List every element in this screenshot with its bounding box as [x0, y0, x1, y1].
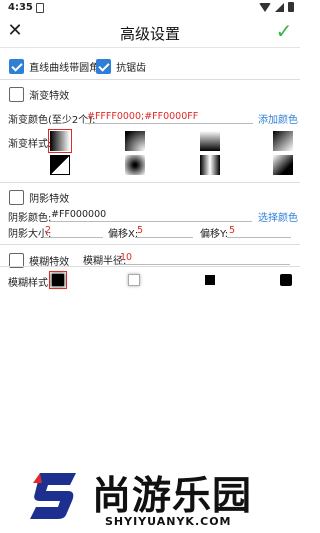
gradient-checkbox[interactable]: 渐变特效	[9, 84, 69, 103]
shadow-toggle-row: 阴影特效	[0, 187, 300, 206]
offset-y-input[interactable]: 5	[227, 224, 291, 238]
gradient-colors-row: 渐变颜色(至少2个): #FFFF0000;#FF0000FF 添加颜色	[0, 110, 300, 126]
shadow-color-input[interactable]: #FF000000	[49, 208, 252, 222]
antialias-label: 抗锯齿	[116, 63, 147, 74]
gradient-style-linear-horizontal[interactable]	[48, 129, 72, 153]
blur-styles-row: 模糊样式:	[0, 271, 300, 289]
offset-x-input[interactable]: 5	[135, 224, 193, 238]
blur-toggle-row: 模糊特效 模糊半径: 10	[0, 250, 300, 268]
options-row: 直线曲线带圆角 抗锯齿	[0, 56, 300, 75]
gradient-style-linear-vertical[interactable]	[200, 131, 220, 151]
status-bar: 4:35	[0, 0, 300, 16]
offset-x-label: 偏移X:	[108, 229, 139, 240]
watermark-brand: 尚游乐园	[92, 474, 253, 519]
check-icon[interactable]: ✓	[274, 20, 294, 42]
shadow-color-label: 阴影颜色:	[8, 213, 52, 224]
divider	[0, 266, 300, 267]
gradient-colors-input[interactable]: #FFFF0000;#FF0000FF	[85, 110, 253, 124]
gradient-style-radial-center[interactable]	[125, 155, 145, 175]
shadow-size-row: 阴影大小: 2 偏移X: 5 偏移Y: 5	[0, 224, 300, 240]
gradient-style-diagonal-dark[interactable]	[273, 155, 293, 175]
pick-color-link[interactable]: 选择颜色	[258, 209, 298, 224]
app-bar: ✕ 高级设置 ✓	[0, 16, 300, 48]
page-title: 高级设置	[119, 25, 180, 43]
shadow-checkbox[interactable]: 阴影特效	[9, 187, 69, 206]
antialias-checkbox[interactable]: 抗锯齿	[96, 56, 146, 75]
blur-radius-input[interactable]: 10	[118, 251, 290, 265]
offset-y-label: 偏移Y:	[200, 229, 229, 240]
checkbox-unchecked-icon	[9, 190, 24, 205]
divider	[0, 79, 300, 80]
shadow-size-input[interactable]: 2	[43, 224, 103, 238]
add-color-link[interactable]: 添加颜色	[258, 111, 298, 126]
sim-card-icon	[36, 3, 44, 13]
divider	[0, 182, 300, 183]
gradient-styles-label: 渐变样式:	[8, 139, 52, 150]
checkbox-unchecked-icon	[9, 87, 24, 102]
status-time: 4:35	[8, 2, 33, 13]
watermark-logo-icon	[30, 473, 76, 519]
round-corner-label: 直线曲线带圆角	[29, 63, 100, 74]
blur-styles-label: 模糊样式:	[8, 278, 52, 289]
blur-style-outer[interactable]	[128, 274, 140, 286]
gradient-style-corner-fill[interactable]	[50, 155, 70, 175]
gradient-style-radial-corner[interactable]	[125, 131, 145, 151]
blur-style-solid[interactable]	[205, 275, 215, 285]
wifi-icon	[259, 2, 271, 12]
gradient-styles-row: 渐变样式:	[0, 129, 300, 179]
round-corner-checkbox[interactable]: 直线曲线带圆角	[9, 56, 99, 75]
watermark: 尚游乐园 SHYIYUANYK.COM	[30, 463, 280, 533]
gradient-toggle-row: 渐变特效	[0, 84, 300, 103]
signal-icon	[275, 2, 284, 12]
gradient-colors-label: 渐变颜色(至少2个):	[8, 115, 96, 126]
gradient-style-linear-diagonal[interactable]	[273, 131, 293, 151]
status-icons	[259, 2, 294, 12]
watermark-url: SHYIYUANYK.COM	[105, 515, 232, 528]
battery-icon	[288, 2, 294, 12]
blur-style-inner[interactable]	[280, 274, 292, 286]
checkbox-checked-icon	[9, 59, 24, 74]
shadow-color-row: 阴影颜色: #FF000000 选择颜色	[0, 208, 300, 224]
divider	[0, 244, 300, 245]
gradient-label: 渐变特效	[29, 91, 70, 102]
blur-style-normal[interactable]	[49, 271, 67, 289]
shadow-label: 阴影特效	[29, 194, 70, 205]
checkbox-checked-icon	[96, 59, 111, 74]
gradient-style-symmetric-horizontal[interactable]	[200, 155, 220, 175]
